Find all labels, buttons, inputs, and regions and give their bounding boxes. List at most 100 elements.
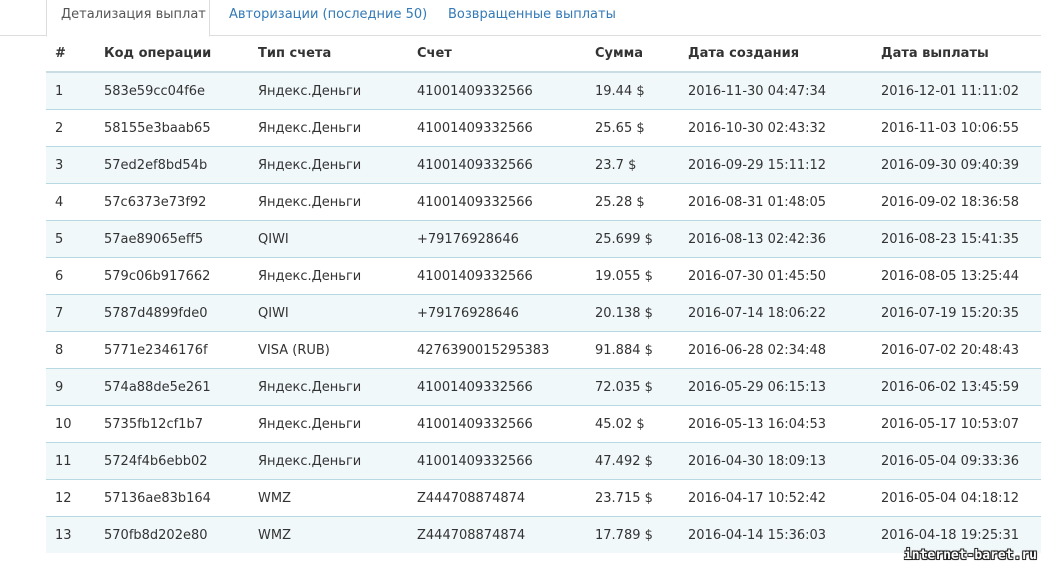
account-type: QIWI <box>249 220 408 258</box>
account-type: Яндекс.Деньги <box>249 368 408 406</box>
paid-date: 2016-07-02 20:48:43 <box>872 331 1041 369</box>
created-date: 2016-08-13 02:42:36 <box>679 220 872 258</box>
row-number: 7 <box>46 294 95 332</box>
row-number: 13 <box>46 516 95 553</box>
paid-date: 2016-11-03 10:06:55 <box>872 109 1041 147</box>
operation-code: 57c6373e73f92 <box>95 183 249 221</box>
header-operation-code: Код операции <box>95 36 249 73</box>
account: +79176928646 <box>408 294 586 332</box>
paid-date: 2016-09-02 18:36:58 <box>872 183 1041 221</box>
account: +79176928646 <box>408 220 586 258</box>
amount: 72.035 $ <box>586 368 679 406</box>
table-row: 8 5771e2346176f VISA (RUB) 4276390015295383… <box>46 331 1041 369</box>
operation-code: 58155e3baab65 <box>95 109 249 147</box>
account: Z444708874874 <box>408 479 586 517</box>
account-type: WMZ <box>249 516 408 553</box>
account: Z444708874874 <box>408 516 586 553</box>
amount: 19.055 $ <box>586 257 679 295</box>
account-type: Яндекс.Деньги <box>249 183 408 221</box>
header-account: Счет <box>408 36 586 73</box>
created-date: 2016-06-28 02:34:48 <box>679 331 872 369</box>
row-number: 5 <box>46 220 95 258</box>
account: 41001409332566 <box>408 405 586 443</box>
created-date: 2016-09-29 15:11:12 <box>679 146 872 184</box>
row-number: 3 <box>46 146 95 184</box>
amount: 91.884 $ <box>586 331 679 369</box>
created-date: 2016-05-29 06:15:13 <box>679 368 872 406</box>
created-date: 2016-07-30 01:45:50 <box>679 257 872 295</box>
row-number: 6 <box>46 257 95 295</box>
created-date: 2016-11-30 04:47:34 <box>679 71 872 110</box>
amount: 23.7 $ <box>586 146 679 184</box>
row-number: 8 <box>46 331 95 369</box>
account-type: Яндекс.Деньги <box>249 71 408 110</box>
table-row: 4 57c6373e73f92 Яндекс.Деньги 4100140933256… <box>46 183 1041 221</box>
account: 41001409332566 <box>408 109 586 147</box>
row-number: 12 <box>46 479 95 517</box>
operation-code: 570fb8d202e80 <box>95 516 249 553</box>
account: 41001409332566 <box>408 442 586 480</box>
operation-code: 57ed2ef8bd54b <box>95 146 249 184</box>
tab-bar: Детализация выплат Авторизации (последни… <box>0 0 1041 37</box>
paid-date: 2016-05-04 09:33:36 <box>872 442 1041 480</box>
row-number: 2 <box>46 109 95 147</box>
account: 41001409332566 <box>408 368 586 406</box>
paid-date: 2016-06-02 13:45:59 <box>872 368 1041 406</box>
account-type: VISA (RUB) <box>249 331 408 369</box>
tab-authorizations[interactable]: Авторизации (последние 50) <box>215 0 441 36</box>
header-paid-date: Дата выплаты <box>872 36 1041 73</box>
table-row: 9 574a88de5e261 Яндекс.Деньги 4100140933256… <box>46 368 1041 406</box>
table-row: 12 57136ae83b164 WMZ Z444708874874 23.715 $ 2… <box>46 479 1041 517</box>
account-type: Яндекс.Деньги <box>249 442 408 480</box>
row-number: 1 <box>46 71 95 110</box>
created-date: 2016-04-14 15:36:03 <box>679 516 872 553</box>
amount: 23.715 $ <box>586 479 679 517</box>
amount: 19.44 $ <box>586 71 679 110</box>
tab-payout-details[interactable]: Детализация выплат <box>46 0 210 37</box>
created-date: 2016-10-30 02:43:32 <box>679 109 872 147</box>
account-type: Яндекс.Деньги <box>249 257 408 295</box>
account: 41001409332566 <box>408 257 586 295</box>
watermark: internet-baret.ru <box>903 548 1037 563</box>
paid-date: 2016-05-04 04:18:12 <box>872 479 1041 517</box>
amount: 25.28 $ <box>586 183 679 221</box>
operation-code: 57ae89065eff5 <box>95 220 249 258</box>
paid-date: 2016-12-01 11:11:02 <box>872 71 1041 110</box>
row-number: 4 <box>46 183 95 221</box>
account: 41001409332566 <box>408 71 586 110</box>
operation-code: 583e59cc04f6e <box>95 71 249 110</box>
account: 41001409332566 <box>408 146 586 184</box>
table-row: 11 5724f4b6ebb02 Яндекс.Деньги 410014093325… <box>46 442 1041 480</box>
tab-returned-payouts[interactable]: Возвращенные выплаты <box>434 0 630 36</box>
paid-date: 2016-09-30 09:40:39 <box>872 146 1041 184</box>
account-type: Яндекс.Деньги <box>249 109 408 147</box>
account-type: WMZ <box>249 479 408 517</box>
operation-code: 579c06b917662 <box>95 257 249 295</box>
created-date: 2016-05-13 16:04:53 <box>679 405 872 443</box>
operation-code: 5787d4899fde0 <box>95 294 249 332</box>
table-row: 6 579c06b917662 Яндекс.Деньги 4100140933256… <box>46 257 1041 295</box>
table-row: 2 58155e3baab65 Яндекс.Деньги 4100140933256… <box>46 109 1041 147</box>
created-date: 2016-08-31 01:48:05 <box>679 183 872 221</box>
header-created-date: Дата создания <box>679 36 872 73</box>
operation-code: 5735fb12cf1b7 <box>95 405 249 443</box>
operation-code: 5771e2346176f <box>95 331 249 369</box>
operation-code: 574a88de5e261 <box>95 368 249 406</box>
amount: 17.789 $ <box>586 516 679 553</box>
amount: 47.492 $ <box>586 442 679 480</box>
payout-details-panel: Детализация выплат Авторизации (последни… <box>0 0 1041 568</box>
table-row: 10 5735fb12cf1b7 Яндекс.Деньги 410014093325… <box>46 405 1041 443</box>
operation-code: 5724f4b6ebb02 <box>95 442 249 480</box>
header-number: # <box>46 36 95 73</box>
paid-date: 2016-08-23 15:41:35 <box>872 220 1041 258</box>
amount: 45.02 $ <box>586 405 679 443</box>
account-type: QIWI <box>249 294 408 332</box>
operation-code: 57136ae83b164 <box>95 479 249 517</box>
account-type: Яндекс.Деньги <box>249 405 408 443</box>
row-number: 11 <box>46 442 95 480</box>
amount: 25.65 $ <box>586 109 679 147</box>
table-header-row: # Код операции Тип счета Счет Сумма Дата… <box>46 36 1041 73</box>
created-date: 2016-04-30 18:09:13 <box>679 442 872 480</box>
account-type: Яндекс.Деньги <box>249 146 408 184</box>
paid-date: 2016-07-19 15:20:35 <box>872 294 1041 332</box>
